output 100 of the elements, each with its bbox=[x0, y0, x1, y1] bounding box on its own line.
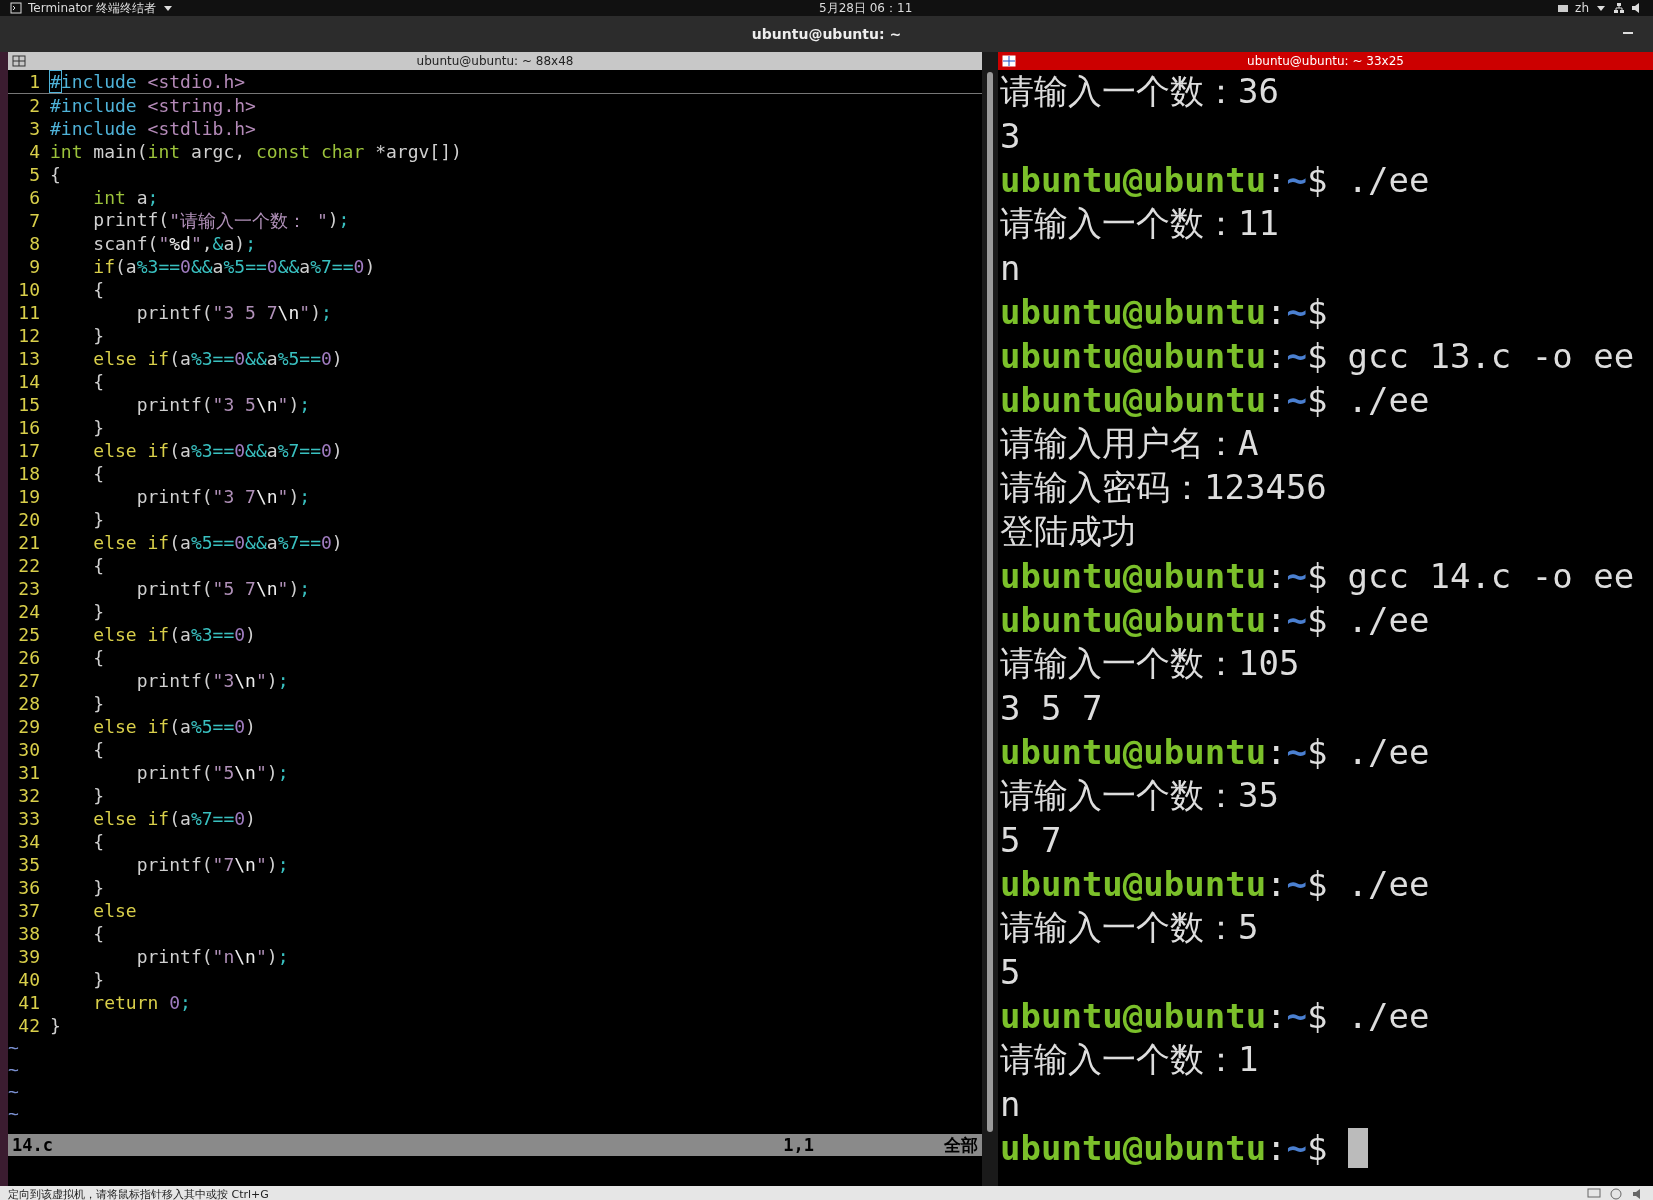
code-line: } bbox=[92, 693, 105, 714]
line-number: 26 bbox=[17, 647, 40, 668]
clock[interactable]: 5月28日 06：11 bbox=[819, 0, 913, 17]
line-number: 23 bbox=[17, 578, 40, 599]
code-line: { bbox=[92, 647, 105, 668]
empty-line-marker: ~ bbox=[8, 1081, 19, 1102]
line-number: 32 bbox=[17, 785, 40, 806]
code-line: printf("5\n"); bbox=[135, 762, 289, 783]
code-line: return 0; bbox=[92, 992, 191, 1013]
line-number: 36 bbox=[17, 877, 40, 898]
line-number: 8 bbox=[28, 233, 40, 254]
scrollbar[interactable] bbox=[982, 52, 998, 1186]
line-number: 2 bbox=[28, 95, 40, 116]
grid-icon[interactable] bbox=[12, 55, 26, 67]
line-number: 6 bbox=[28, 187, 40, 208]
app-menu[interactable]: Terminator 终端终结者 bbox=[28, 0, 157, 17]
code-line: else if(a%5==0) bbox=[92, 716, 256, 737]
line-number: 42 bbox=[17, 1015, 40, 1036]
shell-prompt: ubuntu@ubuntu:~$ bbox=[1000, 160, 1328, 200]
shell-prompt: ubuntu@ubuntu:~$ bbox=[1000, 336, 1328, 376]
code-line: else if(a%3==0&&a%7==0) bbox=[92, 440, 343, 461]
disc-icon[interactable] bbox=[1609, 1188, 1623, 1200]
code-line: if(a%3==0&&a%5==0&&a%7==0) bbox=[92, 256, 376, 277]
line-number: 28 bbox=[17, 693, 40, 714]
code-line: { bbox=[50, 164, 61, 185]
empty-line-marker: ~ bbox=[8, 1059, 19, 1080]
line-number: 27 bbox=[17, 670, 40, 691]
code-line: #include <string.h> bbox=[50, 95, 256, 116]
code-line: } bbox=[92, 969, 105, 990]
shell-prompt: ubuntu@ubuntu:~$ bbox=[1000, 732, 1328, 772]
network-icon[interactable] bbox=[1613, 2, 1625, 14]
line-number: 7 bbox=[28, 210, 40, 231]
scroll-position: 全部 bbox=[944, 1133, 978, 1157]
shell-command: gcc 14.c -o ee bbox=[1347, 556, 1635, 596]
line-number: 1 bbox=[28, 71, 40, 92]
pane-title: ubuntu@ubuntu: ~ 88x48 bbox=[416, 54, 574, 68]
code-line: { bbox=[92, 463, 105, 484]
terminal-icon bbox=[10, 2, 22, 14]
code-line: printf("7\n"); bbox=[135, 854, 289, 875]
shell-prompt: ubuntu@ubuntu:~$ bbox=[1000, 556, 1328, 596]
code-line: { bbox=[92, 371, 105, 392]
shell-command: ./ee bbox=[1347, 732, 1430, 772]
pane-title: ubuntu@ubuntu: ~ 33x25 bbox=[1247, 54, 1404, 68]
code-line: { bbox=[92, 739, 105, 760]
window-title: ubuntu@ubuntu: ~ bbox=[751, 26, 902, 42]
line-number: 22 bbox=[17, 555, 40, 576]
code-line: } bbox=[92, 325, 105, 346]
program-output: 请输入一个数：36 bbox=[1000, 70, 1279, 113]
line-number: 38 bbox=[17, 923, 40, 944]
code-line: { bbox=[92, 555, 105, 576]
shell-command: gcc 13.c -o ee bbox=[1347, 336, 1635, 376]
code-line: printf("5 7\n"); bbox=[135, 578, 311, 599]
code-line: printf("3\n"); bbox=[135, 670, 289, 691]
line-number: 31 bbox=[17, 762, 40, 783]
line-number: 30 bbox=[17, 739, 40, 760]
program-output: 请输入一个数：105 bbox=[1000, 642, 1300, 685]
line-number: 3 bbox=[28, 118, 40, 139]
program-output: 请输入一个数：5 bbox=[1000, 906, 1259, 949]
code-line: printf("请输入一个数： "); bbox=[92, 208, 350, 233]
program-output: 5 bbox=[1000, 952, 1021, 992]
line-number: 37 bbox=[17, 900, 40, 921]
shell-prompt: ubuntu@ubuntu:~$ bbox=[1000, 380, 1328, 420]
code-line: scanf("%d",&a); bbox=[92, 233, 256, 254]
line-number: 39 bbox=[17, 946, 40, 967]
line-number: 9 bbox=[28, 256, 40, 277]
code-line: { bbox=[92, 831, 105, 852]
code-line: } bbox=[92, 877, 105, 898]
grid-icon[interactable] bbox=[1002, 55, 1016, 67]
program-output: 请输入用户名：A bbox=[1000, 422, 1259, 465]
shell-prompt: ubuntu@ubuntu:~$ bbox=[1000, 864, 1328, 904]
program-output: 请输入一个数：1 bbox=[1000, 1038, 1259, 1081]
line-number: 10 bbox=[17, 279, 40, 300]
line-number: 19 bbox=[17, 486, 40, 507]
code-line: { bbox=[92, 923, 105, 944]
shell-command: ./ee bbox=[1347, 996, 1430, 1036]
line-number: 11 bbox=[17, 302, 40, 323]
line-number: 15 bbox=[17, 394, 40, 415]
code-line: else if(a%7==0) bbox=[92, 808, 256, 829]
language-indicator[interactable]: zh bbox=[1575, 1, 1589, 15]
program-output: 登陆成功 bbox=[1000, 510, 1136, 553]
program-output: n bbox=[1000, 248, 1021, 288]
program-output: 3 5 7 bbox=[1000, 688, 1103, 728]
line-number: 14 bbox=[17, 371, 40, 392]
line-number: 24 bbox=[17, 601, 40, 622]
code-line: } bbox=[92, 601, 105, 622]
line-number: 16 bbox=[17, 417, 40, 438]
program-output: 请输入一个数：11 bbox=[1000, 202, 1279, 245]
shell-prompt: ubuntu@ubuntu:~$ bbox=[1000, 996, 1328, 1036]
code-line: printf("3 7\n"); bbox=[135, 486, 311, 507]
monitor-icon[interactable] bbox=[1587, 1188, 1601, 1200]
line-number: 5 bbox=[28, 164, 40, 185]
code-line: { bbox=[92, 279, 105, 300]
line-number: 41 bbox=[17, 992, 40, 1013]
code-line: else if(a%3==0) bbox=[92, 624, 256, 645]
minimize-icon[interactable] bbox=[1623, 32, 1633, 35]
shell-prompt: ubuntu@ubuntu:~$ bbox=[1000, 600, 1328, 640]
line-number: 29 bbox=[17, 716, 40, 737]
line-number: 25 bbox=[17, 624, 40, 645]
empty-line-marker: ~ bbox=[8, 1103, 19, 1124]
code-line: } bbox=[50, 1015, 61, 1036]
